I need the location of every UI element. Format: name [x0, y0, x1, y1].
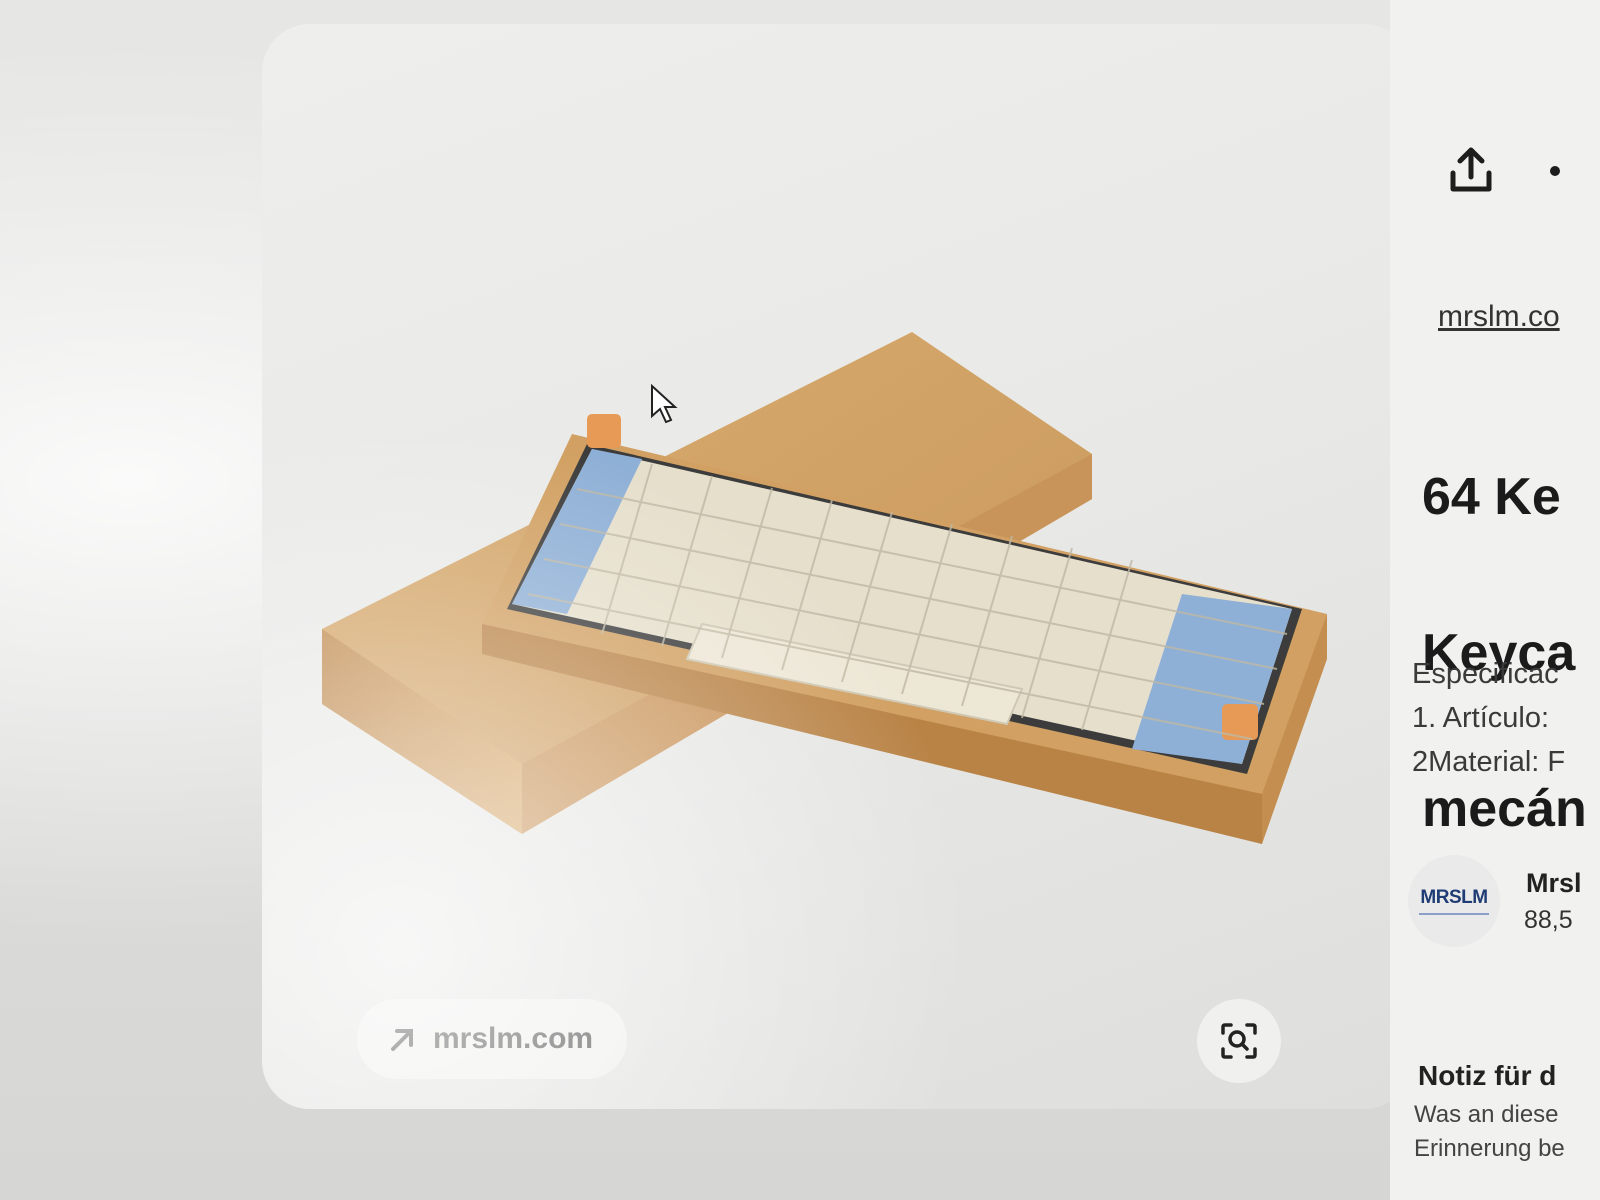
source-link-button[interactable]: mrslm.com: [357, 999, 628, 1079]
pin-image-card[interactable]: mrslm.com: [262, 24, 1412, 1109]
more-icon[interactable]: [1550, 166, 1560, 176]
visual-search-button[interactable]: [1197, 999, 1281, 1083]
product-image-keyboard[interactable]: [302, 304, 1342, 864]
note-text-line: Erinnerung be: [1414, 1135, 1565, 1162]
pin-detail-panel: mrslm.co 64 Ke Keyca mecán Especificac 1…: [1390, 0, 1600, 1200]
description-line: Especificac: [1412, 658, 1559, 690]
account-name[interactable]: Mrsl: [1526, 868, 1582, 899]
logo-underline: [1419, 913, 1489, 915]
note-text[interactable]: Was an diese Erinnerung be: [1414, 1098, 1565, 1166]
cursor-icon: [651, 384, 678, 424]
pin-description: Especificac 1. Artículo: 2Material: F: [1412, 652, 1565, 784]
account-avatar[interactable]: MRSLM: [1408, 855, 1500, 947]
note-title: Notiz für d: [1418, 1060, 1557, 1091]
source-link-label: mrslm.com: [433, 1022, 594, 1055]
description-line: 1. Artículo:: [1412, 702, 1550, 734]
site-link[interactable]: mrslm.co: [1438, 300, 1560, 334]
description-line: 2Material: F: [1412, 746, 1566, 778]
visual-search-icon: [1221, 1023, 1257, 1059]
note-text-line: Was an diese: [1414, 1101, 1559, 1128]
follower-count: 88,5: [1524, 906, 1573, 934]
account-logo-text: MRSLM: [1420, 887, 1488, 908]
pin-title-line: 64 Ke: [1422, 468, 1561, 526]
arrow-up-right-icon: [391, 1029, 413, 1051]
share-icon[interactable]: [1448, 145, 1494, 195]
